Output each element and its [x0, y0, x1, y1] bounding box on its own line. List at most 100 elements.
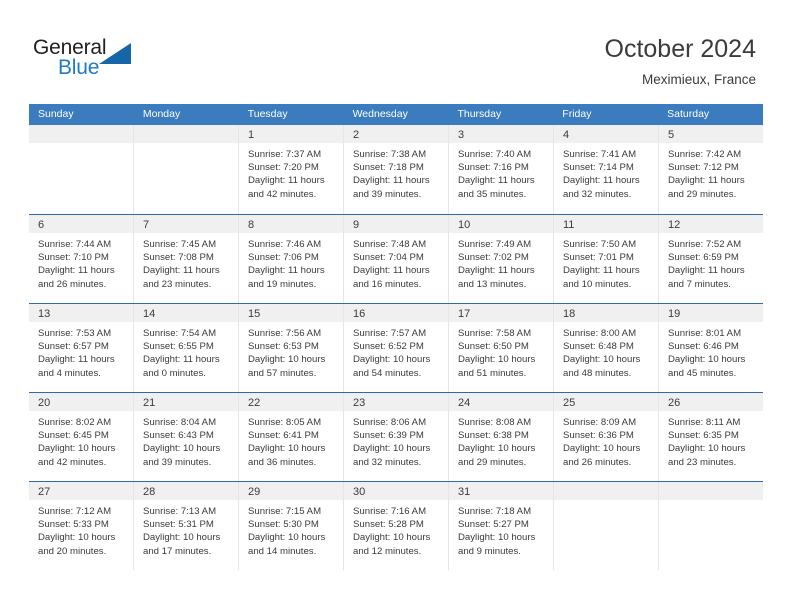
day-cell[interactable]: 21 Sunrise: 8:04 AM Sunset: 6:43 PM Dayligh… [134, 393, 239, 481]
sunrise-text: Sunrise: 7:37 AM [248, 149, 322, 160]
day-cell[interactable]: 4 Sunrise: 7:41 AM Sunset: 7:14 PM Daylight… [554, 125, 659, 214]
sunset-text: Sunset: 7:02 PM [458, 252, 529, 264]
day-number: 23 [353, 397, 366, 409]
day-number-band [134, 125, 238, 143]
day-cell[interactable]: 8 Sunrise: 7:46 AM Sunset: 7:06 PM Daylight… [239, 215, 344, 303]
daylight-text: Daylight: 11 hours and 10 minutes. [563, 265, 640, 290]
day-details: Sunrise: 7:18 AM Sunset: 5:27 PM Daylight:… [449, 500, 553, 558]
day-cell[interactable]: 16 Sunrise: 7:57 AM Sunset: 6:52 PM Dayligh… [344, 304, 449, 392]
sunrise-text: Sunrise: 7:52 AM [668, 239, 742, 250]
day-details: Sunrise: 8:00 AM Sunset: 6:48 PM Daylight:… [554, 322, 658, 380]
weekday-friday: Friday [562, 108, 592, 120]
day-cell[interactable]: 3 Sunrise: 7:40 AM Sunset: 7:16 PM Daylight… [449, 125, 554, 214]
day-cell[interactable]: 10 Sunrise: 7:49 AM Sunset: 7:02 PM Dayligh… [449, 215, 554, 303]
day-cell[interactable]: 26 Sunrise: 8:11 AM Sunset: 6:35 PM Dayligh… [659, 393, 763, 481]
daylight-text: Daylight: 11 hours and 23 minutes. [143, 265, 220, 290]
day-cell[interactable]: 12 Sunrise: 7:52 AM Sunset: 6:59 PM Dayligh… [659, 215, 763, 303]
day-cell[interactable]: 7 Sunrise: 7:45 AM Sunset: 7:08 PM Daylight… [134, 215, 239, 303]
sunset-text: Sunset: 6:45 PM [38, 430, 109, 442]
day-cell[interactable]: 29 Sunrise: 7:15 AM Sunset: 5:30 PM Dayligh… [239, 482, 344, 570]
sunset-text: Sunset: 7:10 PM [38, 252, 109, 264]
day-number: 8 [248, 219, 255, 231]
day-cell[interactable]: 1 Sunrise: 7:37 AM Sunset: 7:20 PM Daylight… [239, 125, 344, 214]
sunset-text: Sunset: 6:52 PM [353, 341, 424, 353]
day-number: 29 [248, 486, 261, 498]
day-details: Sunrise: 7:13 AM Sunset: 5:31 PM Daylight:… [134, 500, 238, 558]
sunset-text: Sunset: 7:16 PM [458, 162, 529, 174]
daylight-text: Daylight: 11 hours and 39 minutes. [353, 175, 430, 200]
day-details: Sunrise: 7:15 AM Sunset: 5:30 PM Daylight:… [239, 500, 343, 558]
day-cell[interactable]: 31 Sunrise: 7:18 AM Sunset: 5:27 PM Dayligh… [449, 482, 554, 570]
sunrise-text: Sunrise: 8:00 AM [563, 328, 637, 339]
day-number-band: 10 [449, 215, 553, 233]
calendar-weeks: 1 Sunrise: 7:37 AM Sunset: 7:20 PM Daylight… [29, 125, 763, 570]
day-number-band: 8 [239, 215, 343, 233]
calendar-week-row: 1 Sunrise: 7:37 AM Sunset: 7:20 PM Daylight… [29, 125, 763, 214]
day-number: 16 [353, 308, 366, 320]
sunrise-text: Sunrise: 8:05 AM [248, 417, 322, 428]
day-details: Sunrise: 7:57 AM Sunset: 6:52 PM Daylight:… [344, 322, 448, 380]
day-details: Sunrise: 7:56 AM Sunset: 6:53 PM Daylight:… [239, 322, 343, 380]
day-cell[interactable]: 2 Sunrise: 7:38 AM Sunset: 7:18 PM Daylight… [344, 125, 449, 214]
day-number-band: 28 [134, 482, 238, 500]
day-cell[interactable]: 24 Sunrise: 8:08 AM Sunset: 6:38 PM Dayligh… [449, 393, 554, 481]
day-cell[interactable]: 13 Sunrise: 7:53 AM Sunset: 6:57 PM Dayligh… [29, 304, 134, 392]
daylight-text: Daylight: 11 hours and 4 minutes. [38, 354, 115, 379]
day-details: Sunrise: 8:01 AM Sunset: 6:46 PM Daylight:… [659, 322, 763, 380]
sunrise-text: Sunrise: 7:49 AM [458, 239, 532, 250]
day-cell[interactable]: 15 Sunrise: 7:56 AM Sunset: 6:53 PM Dayligh… [239, 304, 344, 392]
day-cell[interactable]: 19 Sunrise: 8:01 AM Sunset: 6:46 PM Dayligh… [659, 304, 763, 392]
calendar-week-row: 13 Sunrise: 7:53 AM Sunset: 6:57 PM Dayligh… [29, 303, 763, 392]
daylight-text: Daylight: 10 hours and 26 minutes. [563, 443, 641, 468]
sunrise-text: Sunrise: 8:09 AM [563, 417, 637, 428]
day-cell[interactable]: 27 Sunrise: 7:12 AM Sunset: 5:33 PM Dayligh… [29, 482, 134, 570]
day-number: 21 [143, 397, 156, 409]
day-cell[interactable]: 20 Sunrise: 8:02 AM Sunset: 6:45 PM Dayligh… [29, 393, 134, 481]
day-details: Sunrise: 7:54 AM Sunset: 6:55 PM Daylight:… [134, 322, 238, 380]
day-cell[interactable]: 9 Sunrise: 7:48 AM Sunset: 7:04 PM Daylight… [344, 215, 449, 303]
day-cell[interactable]: 17 Sunrise: 7:58 AM Sunset: 6:50 PM Dayligh… [449, 304, 554, 392]
day-number: 19 [668, 308, 681, 320]
sunrise-text: Sunrise: 8:11 AM [668, 417, 741, 428]
daylight-text: Daylight: 11 hours and 29 minutes. [668, 175, 745, 200]
sunset-text: Sunset: 5:28 PM [353, 519, 424, 531]
day-cell[interactable]: 30 Sunrise: 7:16 AM Sunset: 5:28 PM Dayligh… [344, 482, 449, 570]
day-number-band: 15 [239, 304, 343, 322]
weekday-tuesday: Tuesday [247, 108, 288, 120]
sunset-text: Sunset: 7:04 PM [353, 252, 424, 264]
sunset-text: Sunset: 5:27 PM [458, 519, 529, 531]
daylight-text: Daylight: 10 hours and 14 minutes. [248, 532, 326, 557]
day-details: Sunrise: 8:11 AM Sunset: 6:35 PM Daylight:… [659, 411, 763, 469]
day-cell[interactable]: 14 Sunrise: 7:54 AM Sunset: 6:55 PM Dayligh… [134, 304, 239, 392]
day-number: 10 [458, 219, 471, 231]
day-cell[interactable]: 28 Sunrise: 7:13 AM Sunset: 5:31 PM Dayligh… [134, 482, 239, 570]
day-number-band: 23 [344, 393, 448, 411]
day-cell[interactable]: 23 Sunrise: 8:06 AM Sunset: 6:39 PM Dayligh… [344, 393, 449, 481]
calendar-grid: Sunday Monday Tuesday Wednesday Thursday… [29, 104, 763, 570]
day-cell[interactable]: 25 Sunrise: 8:09 AM Sunset: 6:36 PM Dayligh… [554, 393, 659, 481]
day-number-band: 17 [449, 304, 553, 322]
sunrise-text: Sunrise: 7:40 AM [458, 149, 532, 160]
daylight-text: Daylight: 10 hours and 42 minutes. [38, 443, 116, 468]
day-number-band: 2 [344, 125, 448, 143]
day-number-band: 4 [554, 125, 658, 143]
day-number: 13 [38, 308, 51, 320]
sunrise-text: Sunrise: 8:04 AM [143, 417, 217, 428]
sunrise-text: Sunrise: 7:58 AM [458, 328, 532, 339]
sunrise-text: Sunrise: 8:01 AM [668, 328, 742, 339]
daylight-text: Daylight: 11 hours and 0 minutes. [143, 354, 220, 379]
day-number: 26 [668, 397, 681, 409]
day-cell[interactable]: 11 Sunrise: 7:50 AM Sunset: 7:01 PM Dayligh… [554, 215, 659, 303]
day-cell[interactable]: 18 Sunrise: 8:00 AM Sunset: 6:48 PM Dayligh… [554, 304, 659, 392]
sunrise-text: Sunrise: 7:42 AM [668, 149, 742, 160]
day-number-band [29, 125, 133, 143]
day-details: Sunrise: 7:12 AM Sunset: 5:33 PM Daylight:… [29, 500, 133, 558]
daylight-text: Daylight: 11 hours and 26 minutes. [38, 265, 115, 290]
day-cell[interactable]: 6 Sunrise: 7:44 AM Sunset: 7:10 PM Daylight… [29, 215, 134, 303]
day-details: Sunrise: 7:38 AM Sunset: 7:18 PM Daylight:… [344, 143, 448, 201]
sunset-text: Sunset: 5:33 PM [38, 519, 109, 531]
day-cell[interactable]: 22 Sunrise: 8:05 AM Sunset: 6:41 PM Dayligh… [239, 393, 344, 481]
day-cell[interactable]: 5 Sunrise: 7:42 AM Sunset: 7:12 PM Daylight… [659, 125, 763, 214]
day-number: 31 [458, 486, 471, 498]
weekday-sunday: Sunday [38, 108, 74, 120]
